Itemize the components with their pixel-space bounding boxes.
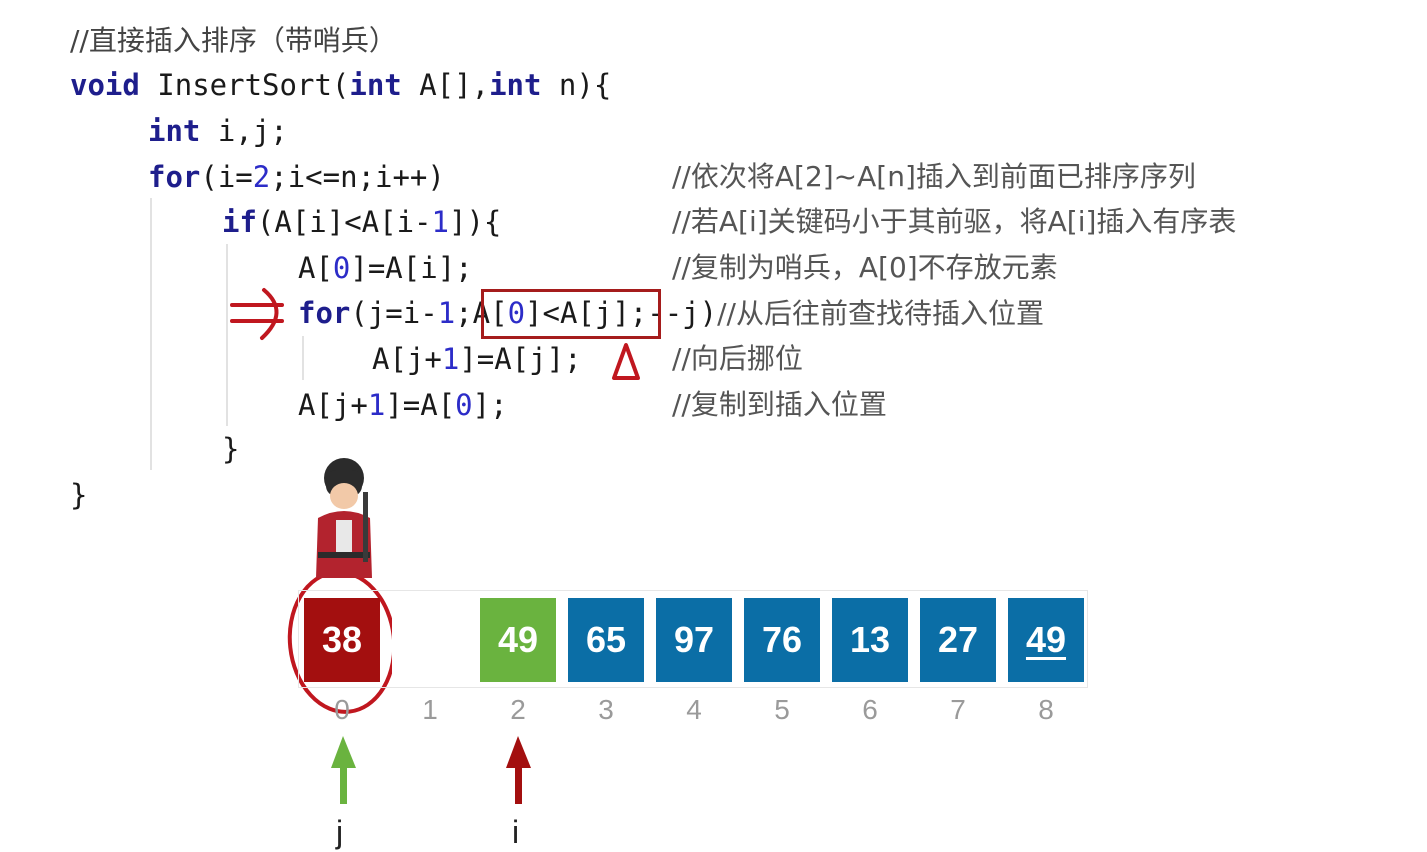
array-cell-7: 27 xyxy=(920,598,996,682)
triangle-marker-icon xyxy=(612,343,640,380)
double-arrow-icon xyxy=(230,288,284,340)
array-cell-value: 38 xyxy=(321,619,363,660)
array-cell-3: 65 xyxy=(568,598,644,682)
array-cell-4: 97 xyxy=(656,598,732,682)
array-cell-value: 97 xyxy=(673,619,715,660)
array-cell-6: 13 xyxy=(832,598,908,682)
array-cell-8: 49 xyxy=(1008,598,1084,682)
array-cell-value: 49 xyxy=(1025,619,1067,660)
array-cell-value: 27 xyxy=(937,619,979,660)
array-index-label: 3 xyxy=(598,694,614,725)
array-cell-value: 65 xyxy=(585,619,627,660)
pointer-label-j: j xyxy=(336,814,344,850)
array-index-label: 2 xyxy=(510,694,526,725)
array-cell-value: 49 xyxy=(497,619,539,660)
array-index-label: 6 xyxy=(862,694,878,725)
array-index-label: 4 xyxy=(686,694,702,725)
array-cell-1 xyxy=(392,598,468,682)
array-cell-2: 49 xyxy=(480,598,556,682)
i-pointer-arrow xyxy=(506,736,531,804)
array-index-label: 5 xyxy=(774,694,790,725)
j-pointer-arrow xyxy=(331,736,356,804)
array-cell-5: 76 xyxy=(744,598,820,682)
array-cell-value: 13 xyxy=(849,619,891,660)
array-cell-value: 76 xyxy=(761,619,803,660)
array-index-label: 1 xyxy=(422,694,438,725)
array-index-label: 8 xyxy=(1038,694,1054,725)
guard-icon xyxy=(316,458,372,578)
pointer-label-i: i xyxy=(512,814,520,850)
array-index-label: 0 xyxy=(334,694,350,725)
array-cell-0: 38 xyxy=(304,598,380,682)
array-index-label: 7 xyxy=(950,694,966,725)
